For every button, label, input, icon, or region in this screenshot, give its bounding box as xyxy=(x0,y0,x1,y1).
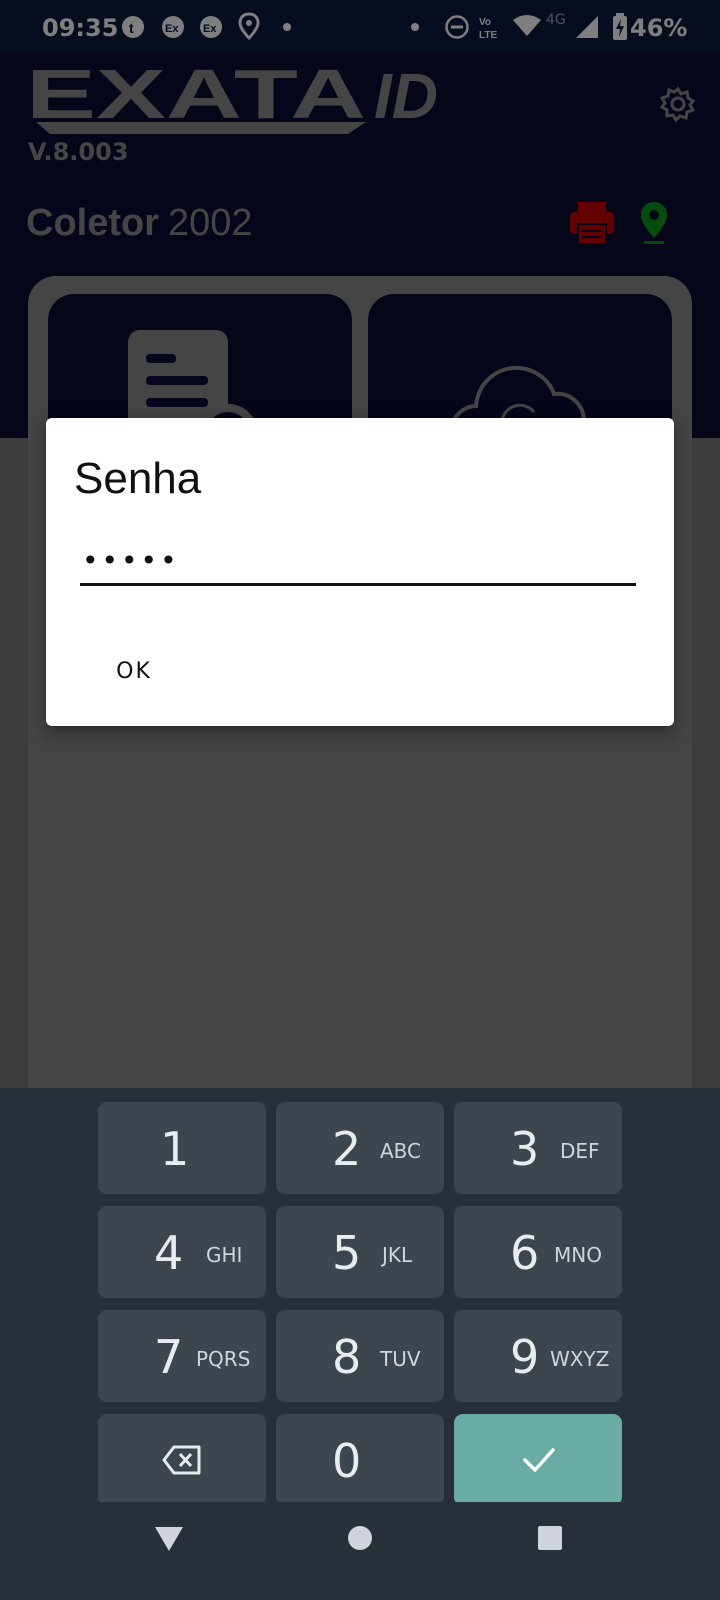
numeric-keyboard: 1 2 ABC 3 DEF 4 GHI 5 JKL 6 MNO 7 PQRS 8… xyxy=(0,1088,720,1506)
key-digit: 4 xyxy=(154,1226,184,1280)
key-letters: WXYZ xyxy=(550,1347,610,1371)
password-dialog: Senha OK xyxy=(46,418,674,726)
key-9[interactable]: 9 WXYZ xyxy=(454,1310,622,1402)
ok-button[interactable]: OK xyxy=(86,646,182,696)
key-digit: 6 xyxy=(510,1226,540,1280)
key-digit: 3 xyxy=(510,1122,540,1176)
key-letters: ABC xyxy=(380,1139,422,1163)
key-2[interactable]: 2 ABC xyxy=(276,1102,444,1194)
enter-key[interactable] xyxy=(454,1414,622,1506)
key-4[interactable]: 4 GHI xyxy=(98,1206,266,1298)
backspace-icon xyxy=(162,1445,201,1475)
key-5[interactable]: 5 JKL xyxy=(276,1206,444,1298)
key-letters: MNO xyxy=(554,1243,602,1267)
key-letters: GHI xyxy=(206,1243,243,1267)
key-letters: PQRS xyxy=(196,1347,251,1371)
checkmark-icon xyxy=(523,1448,555,1472)
key-letters: DEF xyxy=(560,1139,600,1163)
key-digit: 9 xyxy=(510,1330,540,1384)
dialog-title: Senha xyxy=(74,454,202,503)
key-6[interactable]: 6 MNO xyxy=(454,1206,622,1298)
key-0[interactable]: 0 xyxy=(276,1414,444,1506)
back-icon[interactable] xyxy=(154,1526,184,1552)
key-1[interactable]: 1 xyxy=(98,1102,266,1194)
key-3[interactable]: 3 DEF xyxy=(454,1102,622,1194)
key-digit: 2 xyxy=(332,1122,362,1176)
key-8[interactable]: 8 TUV xyxy=(276,1310,444,1402)
key-digit: 0 xyxy=(332,1434,362,1488)
key-letters: JKL xyxy=(382,1243,413,1267)
password-input[interactable] xyxy=(80,538,636,586)
key-letters: TUV xyxy=(380,1347,421,1371)
key-digit: 1 xyxy=(160,1122,190,1176)
backspace-key[interactable] xyxy=(98,1414,266,1506)
home-icon[interactable] xyxy=(346,1524,374,1552)
navigation-bar xyxy=(0,1502,720,1600)
key-digit: 5 xyxy=(332,1226,362,1280)
key-digit: 7 xyxy=(154,1330,184,1384)
recents-icon[interactable] xyxy=(536,1524,564,1552)
key-digit: 8 xyxy=(332,1330,362,1384)
key-7[interactable]: 7 PQRS xyxy=(98,1310,266,1402)
